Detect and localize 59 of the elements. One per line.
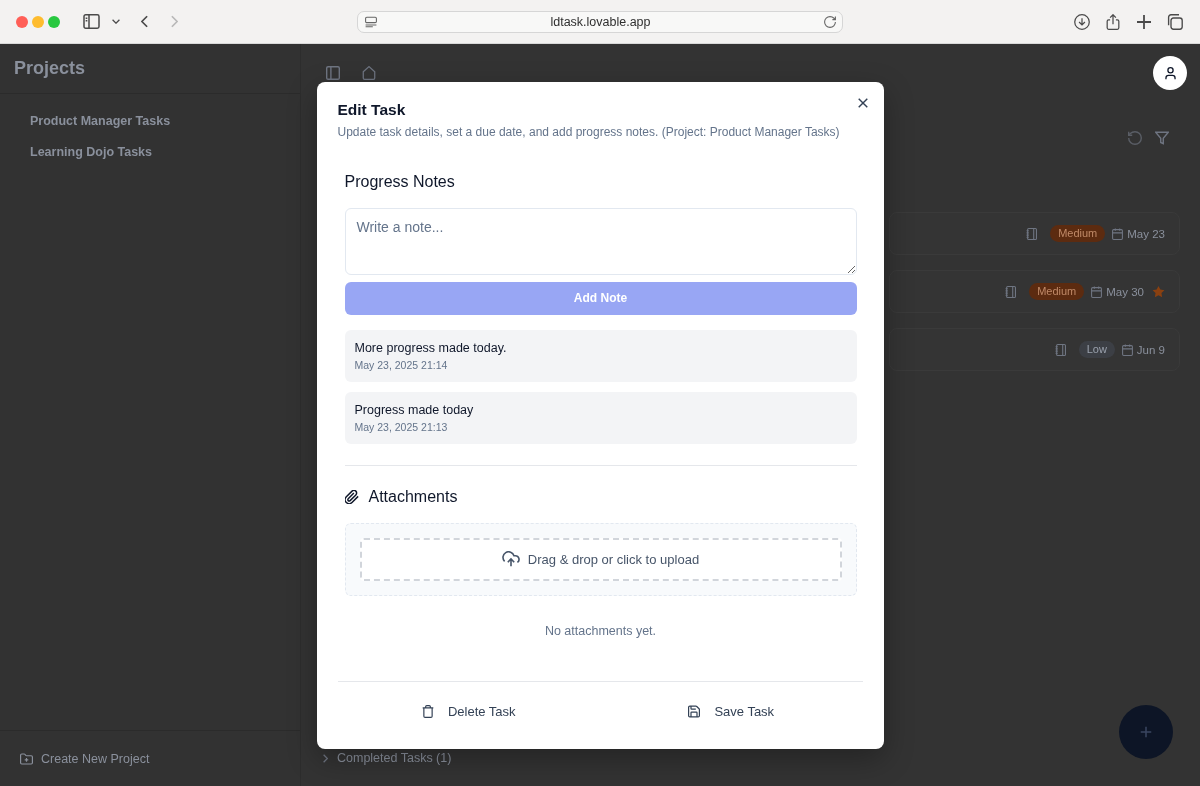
project-item[interactable]: Product Manager Tasks — [16, 106, 185, 137]
note-timestamp: May 23, 2025 21:14 — [354, 357, 448, 372]
note-text: More progress made today. — [354, 339, 507, 356]
due-date: May 30 — [1106, 285, 1144, 298]
page-icon — [365, 15, 377, 28]
reload-icon[interactable] — [824, 15, 836, 28]
due-date: Jun 9 — [1136, 343, 1165, 356]
cloud-upload-icon — [501, 551, 520, 567]
folder-plus-icon — [20, 752, 33, 765]
project-item[interactable]: Learning Dojo Tasks — [16, 137, 166, 168]
sidebar-title: Projects — [14, 58, 86, 79]
note-timestamp: May 23, 2025 21:13 — [354, 419, 448, 434]
user-avatar-button[interactable] — [1153, 56, 1187, 90]
priority-badge: Medium — [1050, 225, 1106, 242]
empty-attachments-text: No attachments yet. — [544, 622, 657, 640]
address-bar[interactable]: ldtask.lovable.app — [357, 10, 843, 33]
notebook-icon — [1054, 342, 1066, 357]
plus-icon — [1140, 726, 1152, 738]
notebook-icon — [1005, 284, 1017, 299]
task-card[interactable]: Medium May 30 — [889, 270, 1180, 313]
priority-badge: Low — [1078, 341, 1115, 358]
url-text: ldtask.lovable.app — [549, 14, 652, 29]
window-close-icon[interactable] — [16, 15, 28, 28]
user-icon — [1164, 66, 1176, 80]
due-date: May 23 — [1127, 227, 1165, 240]
create-project-button[interactable]: Create New Project — [20, 751, 150, 766]
calendar-icon — [1112, 227, 1124, 240]
filter-icon[interactable] — [1155, 131, 1169, 145]
tabs-overview-icon[interactable] — [1167, 13, 1183, 30]
calendar-icon — [1091, 285, 1103, 298]
section-heading: Progress Notes — [344, 171, 455, 192]
close-button[interactable] — [857, 97, 868, 108]
completed-tasks-toggle[interactable]: Completed Tasks (1) — [323, 750, 452, 766]
dialog-subtitle: Update task details, set a due date, and add progress notes. (Project: Product Manager Tasks) — [337, 123, 840, 141]
back-icon[interactable] — [141, 15, 148, 28]
task-card[interactable]: Low Jun 9 — [889, 328, 1180, 371]
chevron-down-icon[interactable] — [112, 19, 120, 24]
note-text: Progress made today — [354, 401, 474, 418]
sidebar-toggle-icon[interactable] — [83, 14, 100, 29]
note-input[interactable]: Write a note... — [344, 207, 857, 275]
home-icon[interactable] — [362, 66, 376, 80]
download-icon[interactable] — [1074, 13, 1090, 30]
delete-task-button[interactable]: Delete Task — [409, 695, 528, 727]
share-icon[interactable] — [1105, 13, 1121, 30]
dialog-title: Edit Task — [337, 99, 406, 120]
upload-dropzone[interactable]: Drag & drop or click to upload — [359, 537, 842, 581]
close-icon — [857, 97, 868, 108]
paperclip-icon — [344, 489, 359, 504]
save-task-button[interactable]: Save Task — [676, 695, 787, 727]
calendar-icon — [1121, 343, 1133, 356]
star-icon[interactable] — [1152, 285, 1165, 298]
panel-icon[interactable] — [326, 66, 340, 80]
priority-badge: Medium — [1029, 283, 1085, 300]
section-heading: Attachments — [368, 486, 458, 507]
floppy-disk-icon — [688, 704, 701, 718]
new-tab-icon[interactable] — [1136, 13, 1152, 30]
task-card[interactable]: Medium May 23 — [889, 212, 1180, 255]
trash-icon — [421, 704, 434, 718]
notebook-icon — [1026, 226, 1038, 241]
